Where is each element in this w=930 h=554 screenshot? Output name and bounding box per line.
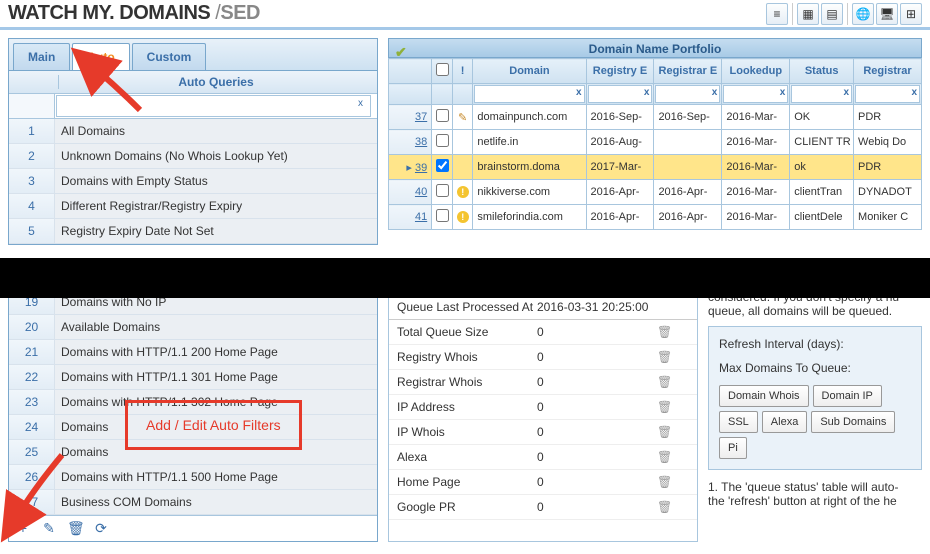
queue-row: Registrar Whois0🗑 [389, 370, 697, 395]
select-all-checkbox[interactable] [432, 59, 453, 84]
list-item[interactable]: 5Registry Expiry Date Not Set [9, 219, 377, 244]
clear-icon[interactable]: x [712, 87, 718, 98]
queue-row: IP Address0🗑 [389, 395, 697, 420]
filter-domain[interactable] [474, 85, 584, 103]
filter-regbexp[interactable] [655, 85, 720, 103]
trash-icon[interactable]: 🗑 [657, 500, 672, 514]
option-button[interactable]: Pi [719, 437, 747, 459]
table-row[interactable]: 40!nikkiverse.com2016-Apr-2016-Apr-2016-… [389, 180, 922, 205]
table-row[interactable]: ▸ 39brainstorm.doma2017-Mar-2016-Mar-okP… [389, 155, 922, 180]
domain-grid: ! Domain Registry E Registrar E Lookedup… [388, 58, 922, 230]
filter-registrar[interactable] [855, 85, 920, 103]
pencil-icon[interactable]: ✎ [458, 112, 467, 124]
trash-icon[interactable]: 🗑 [657, 400, 672, 414]
table-row[interactable]: 37✎domainpunch.com2016-Sep-2016-Sep-2016… [389, 105, 922, 130]
clear-icon[interactable]: x [644, 87, 650, 98]
left-panel: Main Auto Custom Auto Queries x 1All Dom… [8, 38, 378, 245]
col-status[interactable]: Status [790, 59, 854, 84]
refresh-interval-label: Refresh Interval (days): [719, 337, 911, 351]
queue-row: Google PR0🗑 [389, 495, 697, 520]
queue-row: IP Whois0🗑 [389, 420, 697, 445]
trash-icon[interactable]: 🗑 [657, 450, 672, 464]
queue-panel: Queue Last Processed At 2016-03-31 20:25… [388, 290, 698, 542]
col-regbexp[interactable]: Registrar E [654, 59, 722, 84]
col-bang[interactable]: ! [452, 59, 473, 84]
option-button[interactable]: Domain Whois [719, 385, 809, 407]
arrow-1 [90, 65, 150, 118]
refresh-icon[interactable]: ⟳ [93, 520, 109, 537]
tool-icon-2[interactable]: ▤ [821, 3, 843, 25]
list-item[interactable]: 4Different Registrar/Registry Expiry [9, 194, 377, 219]
queue-row: Total Queue Size0🗑 [389, 320, 697, 345]
row-checkbox[interactable] [436, 209, 449, 222]
list-item[interactable]: 20Available Domains [9, 315, 377, 340]
side-info: considered. If you don't specify a nu qu… [708, 290, 922, 542]
header-toolbar: ≡ ▦ ▤ 🌐 🖥 ⊞ [766, 3, 922, 25]
table-row[interactable]: 38netlife.in2016-Aug-2016-Mar-CLIENT TRW… [389, 130, 922, 155]
row-checkbox[interactable] [436, 134, 449, 147]
menu-icon[interactable]: ≡ [766, 3, 788, 25]
grid-title-bar: ✔ Domain Name Portfolio [388, 38, 922, 58]
list-item[interactable]: 21Domains with HTTP/1.1 200 Home Page [9, 340, 377, 365]
tear-divider [0, 258, 930, 298]
queue-row: Alexa0🗑 [389, 445, 697, 470]
clear-icon[interactable]: x [780, 87, 786, 98]
list-item[interactable]: 22Domains with HTTP/1.1 301 Home Page [9, 365, 377, 390]
queue-row: Home Page0🗑 [389, 470, 697, 495]
col-lookedup[interactable]: Lookedup [722, 59, 790, 84]
app-logo: WATCH MY. DOMAINS /SED [8, 2, 260, 25]
check-icon[interactable]: ✔ [395, 42, 407, 62]
row-checkbox[interactable] [436, 159, 449, 172]
tool-icon-1[interactable]: ▦ [797, 3, 819, 25]
filter-regexp[interactable] [588, 85, 653, 103]
clear-icon[interactable]: x [576, 87, 582, 98]
right-panel: ✔ Domain Name Portfolio ! Domain Registr… [388, 38, 922, 245]
option-button[interactable]: SSL [719, 411, 758, 433]
row-pointer-icon: ▸ [406, 162, 412, 174]
col-regexp[interactable]: Registry E [586, 59, 654, 84]
queue-last-value: 2016-03-31 20:25:00 [537, 300, 657, 314]
trash-icon[interactable]: 🗑 [657, 375, 672, 389]
list-item[interactable]: 1All Domains [9, 119, 377, 144]
globe-icon[interactable]: 🌐 [852, 3, 874, 25]
list-item[interactable]: 2Unknown Domains (No Whois Lookup Yet) [9, 144, 377, 169]
annotation-box: Add / Edit Auto Filters [125, 400, 302, 450]
trash-icon[interactable]: 🗑 [657, 475, 672, 489]
col-domain[interactable]: Domain [473, 59, 586, 84]
clear-icon[interactable]: x [358, 98, 363, 122]
arrow-2 [12, 450, 72, 523]
option-button[interactable]: Sub Domains [811, 411, 895, 433]
trash-icon[interactable]: 🗑 [657, 350, 672, 364]
warning-icon: ! [457, 186, 469, 198]
trash-icon[interactable]: 🗑 [657, 325, 672, 339]
list-item[interactable]: 3Domains with Empty Status [9, 169, 377, 194]
row-checkbox[interactable] [436, 109, 449, 122]
table-row[interactable]: 41!smileforindia.com2016-Apr-2016-Apr-20… [389, 205, 922, 230]
col-registrar[interactable]: Registrar [854, 59, 922, 84]
clear-icon[interactable]: x [843, 87, 849, 98]
max-domains-label: Max Domains To Queue: [719, 361, 911, 375]
queue-last-label: Queue Last Processed At [397, 300, 537, 314]
option-button[interactable]: Alexa [762, 411, 808, 433]
tab-main[interactable]: Main [13, 43, 70, 70]
warning-icon: ! [457, 211, 469, 223]
trash-icon[interactable]: 🗑 [657, 425, 672, 439]
tool-icon-3[interactable]: ⊞ [900, 3, 922, 25]
filter-lookedup[interactable] [723, 85, 788, 103]
clear-icon[interactable]: x [911, 87, 917, 98]
option-button[interactable]: Domain IP [813, 385, 882, 407]
queue-row: Registry Whois0🗑 [389, 345, 697, 370]
monitor-icon[interactable]: 🖥 [876, 3, 898, 25]
row-checkbox[interactable] [436, 184, 449, 197]
